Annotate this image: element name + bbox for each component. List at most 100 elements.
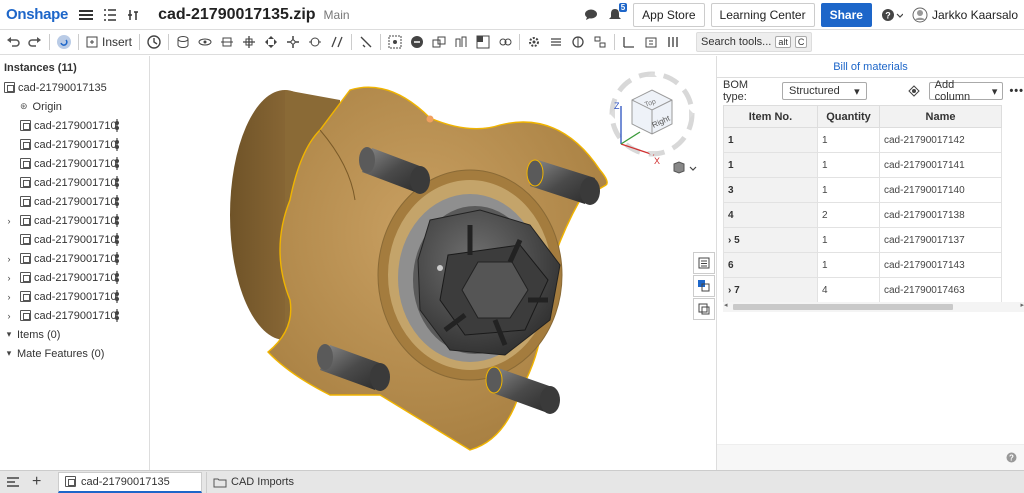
undo-icon[interactable] xyxy=(2,31,24,53)
table-row[interactable]: 4 2 cad-21790017138 xyxy=(723,202,1002,228)
rack-pinion-icon[interactable] xyxy=(450,31,472,53)
bom-type-select[interactable]: Structured ▾ xyxy=(782,82,867,100)
share-button[interactable]: Share xyxy=(820,3,872,27)
ball-mate-icon[interactable] xyxy=(304,31,326,53)
tree-instance[interactable]: cad-2179001710 xyxy=(0,116,149,135)
circular-pattern-icon[interactable] xyxy=(567,31,589,53)
revolute-mate-icon[interactable] xyxy=(194,31,216,53)
replicate-icon[interactable] xyxy=(589,31,611,53)
tree-origin[interactable]: ⊛ Origin xyxy=(0,97,149,116)
feature-list-icon[interactable] xyxy=(102,7,118,23)
bom-footer: ? xyxy=(717,444,1024,470)
mate-indicator-icon xyxy=(115,271,119,284)
mate-features-group[interactable]: ▾ Mate Features (0) xyxy=(0,344,149,363)
more-options-icon[interactable]: ••• xyxy=(1009,85,1024,97)
export-icon[interactable] xyxy=(907,83,921,100)
tree-root[interactable]: cad-21790017135 xyxy=(0,78,149,97)
tangent-mate-icon[interactable] xyxy=(355,31,377,53)
tree-instance-label: cad-2179001710 xyxy=(34,176,117,189)
rebuild-icon[interactable] xyxy=(53,31,75,53)
appearance-panel-icon[interactable] xyxy=(693,275,715,297)
measure-icon[interactable] xyxy=(618,31,640,53)
svg-text:?: ? xyxy=(1009,454,1014,463)
pin-slot-mate-icon[interactable] xyxy=(260,31,282,53)
learning-center-button[interactable]: Learning Center xyxy=(710,3,815,27)
gear-icon[interactable] xyxy=(523,31,545,53)
bom-type-value: Structured xyxy=(789,85,840,97)
tree-instance[interactable]: › cad-2179001710 xyxy=(0,287,149,306)
table-row[interactable]: 3 1 cad-21790017140 xyxy=(723,177,1002,203)
tree-instance[interactable]: cad-2179001710 xyxy=(0,230,149,249)
chevron-right-icon[interactable]: › xyxy=(4,292,14,302)
scroll-left-icon[interactable]: ◂ xyxy=(724,301,728,309)
branch-name[interactable]: Main xyxy=(324,8,350,22)
app-store-button[interactable]: App Store xyxy=(633,3,705,27)
chevron-right-icon[interactable]: › xyxy=(4,254,14,264)
parallel-mate-icon[interactable] xyxy=(326,31,348,53)
insert-assembly-icon[interactable] xyxy=(126,7,142,23)
column-header-quantity[interactable]: Quantity xyxy=(817,105,880,128)
chevron-down-icon[interactable]: ▾ xyxy=(4,329,14,340)
chevron-down-icon[interactable]: ▾ xyxy=(4,348,14,359)
comments-icon[interactable] xyxy=(583,7,599,23)
history-icon[interactable] xyxy=(143,31,165,53)
tree-instance[interactable]: › cad-2179001710 xyxy=(0,211,149,230)
redo-icon[interactable] xyxy=(24,31,46,53)
table-row[interactable]: 1 1 cad-21790017141 xyxy=(723,152,1002,178)
mass-properties-icon[interactable] xyxy=(640,31,662,53)
table-row[interactable]: 1 1 cad-21790017142 xyxy=(723,127,1002,153)
tree-instance[interactable]: › cad-2179001710 xyxy=(0,249,149,268)
items-group[interactable]: ▾ Items (0) xyxy=(0,325,149,344)
bom-panel: Bill of materials BOM type: Structured ▾ … xyxy=(716,56,1024,470)
chevron-right-icon[interactable]: › xyxy=(4,311,14,321)
scroll-right-icon[interactable]: ▸ xyxy=(1020,301,1024,309)
linear-relation-icon[interactable] xyxy=(494,31,516,53)
insert-button[interactable]: Insert xyxy=(86,35,132,49)
help-icon[interactable]: ? xyxy=(1006,452,1017,466)
mate-indicator-icon xyxy=(115,214,119,227)
gear-relation-icon[interactable] xyxy=(428,31,450,53)
planar-mate-icon[interactable] xyxy=(282,31,304,53)
document-title[interactable]: cad-21790017135.zip xyxy=(158,6,315,24)
tab-manager-icon[interactable] xyxy=(6,476,22,488)
chevron-right-icon[interactable]: › xyxy=(4,273,14,283)
tree-instance[interactable]: cad-2179001710 xyxy=(0,154,149,173)
graphics-viewport[interactable]: Top Right Z X xyxy=(150,56,716,470)
fastened-mate-icon[interactable] xyxy=(172,31,194,53)
bom-panel-icon[interactable] xyxy=(693,252,715,274)
help-icon[interactable]: ? xyxy=(880,7,904,23)
table-row[interactable]: › 5 1 cad-21790017137 xyxy=(723,227,1002,253)
tree-instance[interactable]: cad-2179001710 xyxy=(0,173,149,192)
tree-instance[interactable]: › cad-2179001710 xyxy=(0,268,149,287)
section-view-icon[interactable] xyxy=(662,31,684,53)
column-header-name[interactable]: Name xyxy=(879,105,1002,128)
user-name[interactable]: Jarkko Kaarsalo xyxy=(932,8,1018,22)
tree-instance[interactable]: cad-2179001710 xyxy=(0,135,149,154)
slider-mate-icon[interactable] xyxy=(216,31,238,53)
table-row[interactable]: › 7 4 cad-21790017463 xyxy=(723,277,1002,303)
column-header-item[interactable]: Item No. xyxy=(723,105,818,128)
tab-assembly[interactable]: cad-21790017135 xyxy=(58,471,202,493)
add-tab-icon[interactable]: + xyxy=(32,473,48,491)
tree-instance[interactable]: cad-2179001710 xyxy=(0,192,149,211)
screw-relation-icon[interactable] xyxy=(472,31,494,53)
menu-icon[interactable] xyxy=(78,7,94,23)
mate-indicator-icon xyxy=(115,157,119,170)
configuration-panel-icon[interactable] xyxy=(693,298,715,320)
group-icon[interactable] xyxy=(406,31,428,53)
cylindrical-mate-icon[interactable] xyxy=(238,31,260,53)
chevron-right-icon[interactable]: › xyxy=(4,216,14,226)
onshape-logo[interactable]: Onshape xyxy=(6,6,68,23)
bom-horizontal-scrollbar[interactable]: ◂ ▸ xyxy=(723,302,1024,312)
linear-pattern-icon[interactable] xyxy=(545,31,567,53)
display-mode-icon[interactable] xyxy=(672,161,700,175)
tree-instance[interactable]: › cad-2179001710 xyxy=(0,306,149,325)
scrollbar-thumb[interactable] xyxy=(733,304,953,310)
user-avatar[interactable] xyxy=(912,7,928,23)
notifications-icon[interactable]: 5 xyxy=(607,3,628,23)
add-column-button[interactable]: Add column ▾ xyxy=(928,79,1004,103)
table-row[interactable]: 6 1 cad-21790017143 xyxy=(723,252,1002,278)
tab-folder[interactable]: CAD Imports xyxy=(206,471,350,493)
search-tools-field[interactable]: Search tools... alt C xyxy=(696,32,813,52)
mate-connector-icon[interactable] xyxy=(384,31,406,53)
